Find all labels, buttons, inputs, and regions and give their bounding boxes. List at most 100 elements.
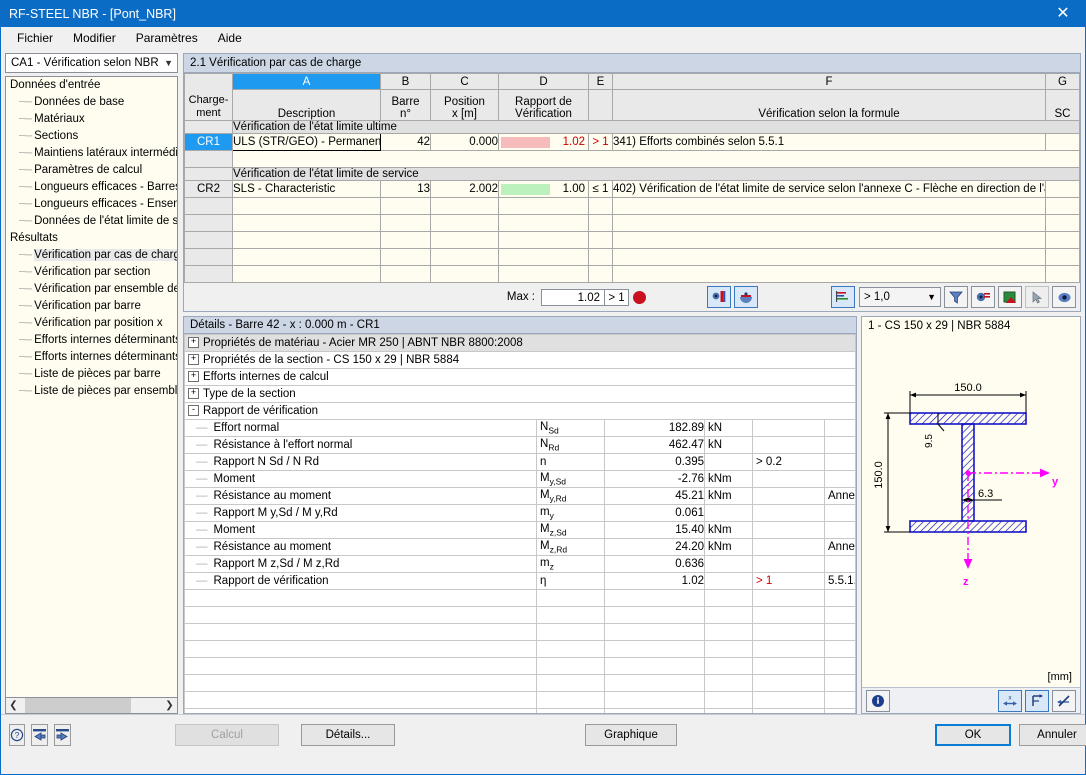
sidebar-item-2[interactable]: Matériaux bbox=[6, 111, 177, 128]
sidebar-item-5[interactable]: Paramètres de calcul bbox=[6, 162, 177, 179]
export-excel-button[interactable] bbox=[998, 286, 1022, 308]
menu-item-aide[interactable]: Aide bbox=[208, 28, 252, 48]
sidebar-item-13[interactable]: Vérification par barre bbox=[6, 298, 177, 315]
sidebar-item-6[interactable]: Longueurs efficaces - Barres bbox=[6, 179, 177, 196]
menu-item-parametres[interactable]: Paramètres bbox=[126, 28, 208, 48]
max-value: 1.02 bbox=[541, 288, 605, 306]
sidebar-item-16[interactable]: Efforts internes déterminants par ensemb… bbox=[6, 349, 177, 366]
sidebar-item-3[interactable]: Sections bbox=[6, 128, 177, 145]
navigation-tree[interactable]: Données d'entrée Données de base Matériaux… bbox=[5, 76, 178, 698]
sidebar-item-17[interactable]: Liste de pièces par barre bbox=[6, 366, 177, 383]
menu-item-fichier[interactable]: Fichier bbox=[7, 28, 63, 48]
cell-sc[interactable] bbox=[1045, 133, 1080, 151]
cell-formula[interactable]: 402) Vérification de l'état limite de se… bbox=[612, 180, 1046, 198]
column-header-F[interactable]: F bbox=[612, 73, 1046, 90]
detail-section-label[interactable]: + Efforts internes de calcul bbox=[184, 368, 856, 386]
cell-formula[interactable]: 341) Efforts combinés selon 5.5.1 bbox=[612, 133, 1046, 151]
expander-icon[interactable]: - bbox=[188, 405, 199, 417]
result-diagram-button[interactable] bbox=[831, 286, 855, 308]
case-selector-combo[interactable]: CA1 - Vérification selon NBR ▼ bbox=[5, 53, 178, 73]
scrollbar-thumb[interactable] bbox=[25, 698, 131, 713]
table-row[interactable]: CR2 SLS - Characteristic 13 2.002 1.00 ≤ 1 402… bbox=[184, 180, 1080, 198]
cell-ratio[interactable]: 1.00 bbox=[498, 180, 589, 198]
cell-description[interactable]: ULS (STR/GEO) - Permanent bbox=[232, 133, 381, 151]
cell-position[interactable]: 0.000 bbox=[430, 133, 499, 151]
cell-ratio[interactable]: 1.02 bbox=[498, 133, 589, 151]
sidebar-hscrollbar[interactable]: ❮ ❯ bbox=[5, 698, 178, 714]
detail-empty-cell bbox=[536, 640, 605, 658]
filter-select[interactable]: > 1,0 ▼ bbox=[859, 287, 941, 307]
details-button[interactable]: Détails... bbox=[301, 723, 395, 746]
results-toolbar: Max : 1.02 > 1 > 1,0 ▼ bbox=[184, 283, 1080, 311]
cell-description[interactable]: SLS - Characteristic bbox=[232, 180, 381, 198]
help-button[interactable]: ? bbox=[9, 723, 25, 746]
ok-button[interactable]: OK bbox=[935, 723, 1011, 746]
view-settings-button[interactable] bbox=[971, 286, 995, 308]
info-button[interactable] bbox=[866, 689, 890, 712]
detail-section-row[interactable]: + Type de la section bbox=[184, 385, 856, 403]
previous-button[interactable] bbox=[31, 723, 48, 746]
detail-label: — Moment bbox=[184, 521, 537, 539]
scroll-right-icon[interactable]: ❯ bbox=[162, 700, 177, 711]
close-icon[interactable]: ✕ bbox=[1041, 1, 1085, 27]
detail-section-label[interactable]: - Rapport de vérification bbox=[184, 402, 856, 420]
row-id[interactable]: CR2 bbox=[184, 180, 233, 198]
column-header-G[interactable]: G bbox=[1045, 73, 1080, 90]
sidebar-item-9[interactable]: Résultats bbox=[6, 230, 177, 247]
column-header-D[interactable]: D bbox=[498, 73, 589, 90]
select-button[interactable] bbox=[1025, 286, 1049, 308]
graphique-button[interactable]: Graphique bbox=[585, 723, 677, 746]
detail-section-row[interactable]: + Propriétés de matériau - Acier MR 250 |… bbox=[184, 334, 856, 352]
results-table[interactable]: Charge-ment A B C D E F G Description Barre n° Posi… bbox=[184, 73, 1080, 283]
column-header-B[interactable]: B bbox=[380, 73, 431, 90]
details-scroll-area[interactable]: + Propriétés de matériau - Acier MR 250 |… bbox=[184, 334, 856, 713]
detail-section-label[interactable]: + Propriétés de matériau - Acier MR 250 |… bbox=[184, 334, 856, 352]
detail-reference bbox=[824, 419, 856, 437]
axes-button[interactable] bbox=[1025, 689, 1049, 712]
sidebar-item-10[interactable]: Vérification par cas de charge bbox=[6, 247, 177, 264]
table-row[interactable]: CR1 ULS (STR/GEO) - Permanent 42 0.000 1.02 >… bbox=[184, 133, 1080, 151]
column-header-A[interactable]: A bbox=[232, 73, 381, 90]
column-header-C[interactable]: C bbox=[430, 73, 499, 90]
cell-member[interactable]: 13 bbox=[380, 180, 431, 198]
sidebar-item-11[interactable]: Vérification par section bbox=[6, 264, 177, 281]
column-header-E[interactable]: E bbox=[588, 73, 613, 90]
isometric-view-button[interactable] bbox=[734, 286, 758, 308]
sidebar-item-18[interactable]: Liste de pièces par ensemble de barres bbox=[6, 383, 177, 400]
sidebar-item-12[interactable]: Vérification par ensemble de barres bbox=[6, 281, 177, 298]
hide-dimensions-button[interactable] bbox=[1052, 689, 1076, 712]
scroll-left-icon[interactable]: ❮ bbox=[6, 700, 21, 711]
detail-section-row[interactable]: + Propriétés de la section - CS 150 x 29 … bbox=[184, 351, 856, 369]
detail-value: 182.89 bbox=[604, 419, 705, 437]
visibility-button[interactable] bbox=[1052, 286, 1076, 308]
cell-sc[interactable] bbox=[1045, 180, 1080, 198]
cell-position[interactable]: 2.002 bbox=[430, 180, 499, 198]
section-canvas[interactable]: 150.0 150.0 9.5 6.3 y z [mm] bbox=[862, 335, 1080, 687]
sidebar-item-0[interactable]: Données d'entrée bbox=[6, 77, 177, 94]
calcul-button[interactable]: Calcul bbox=[175, 723, 279, 746]
sidebar-item-8[interactable]: Données de l'état limite de service bbox=[6, 213, 177, 230]
cancel-button[interactable]: Annuler bbox=[1019, 723, 1086, 746]
detail-section-row[interactable]: - Rapport de vérification bbox=[184, 402, 856, 420]
dimensions-button[interactable]: x bbox=[998, 689, 1022, 712]
expander-icon[interactable]: + bbox=[188, 354, 199, 366]
detail-section-label[interactable]: + Type de la section bbox=[184, 385, 856, 403]
row-id[interactable]: CR1 bbox=[184, 133, 233, 151]
expander-icon[interactable]: + bbox=[188, 371, 199, 383]
sidebar-item-14[interactable]: Vérification par position x bbox=[6, 315, 177, 332]
sidebar-item-1[interactable]: Données de base bbox=[6, 94, 177, 111]
expander-icon[interactable]: + bbox=[188, 337, 199, 349]
menu-item-modifier[interactable]: Modifier bbox=[63, 28, 126, 48]
empty-cell bbox=[430, 214, 499, 232]
sidebar-item-4[interactable]: Maintiens latéraux intermédiaires bbox=[6, 145, 177, 162]
expander-icon[interactable]: + bbox=[188, 388, 199, 400]
detail-section-row[interactable]: + Efforts internes de calcul bbox=[184, 368, 856, 386]
sidebar-item-15[interactable]: Efforts internes déterminants par barre bbox=[6, 332, 177, 349]
filter-button[interactable] bbox=[944, 286, 968, 308]
view-result-button[interactable] bbox=[707, 286, 731, 308]
sidebar-item-7[interactable]: Longueurs efficaces - Ensembles de barre… bbox=[6, 196, 177, 213]
details-table[interactable]: + Propriétés de matériau - Acier MR 250 |… bbox=[184, 334, 856, 713]
cell-member[interactable]: 42 bbox=[380, 133, 431, 151]
detail-section-label[interactable]: + Propriétés de la section - CS 150 x 29 … bbox=[184, 351, 856, 369]
next-button[interactable] bbox=[54, 723, 71, 746]
